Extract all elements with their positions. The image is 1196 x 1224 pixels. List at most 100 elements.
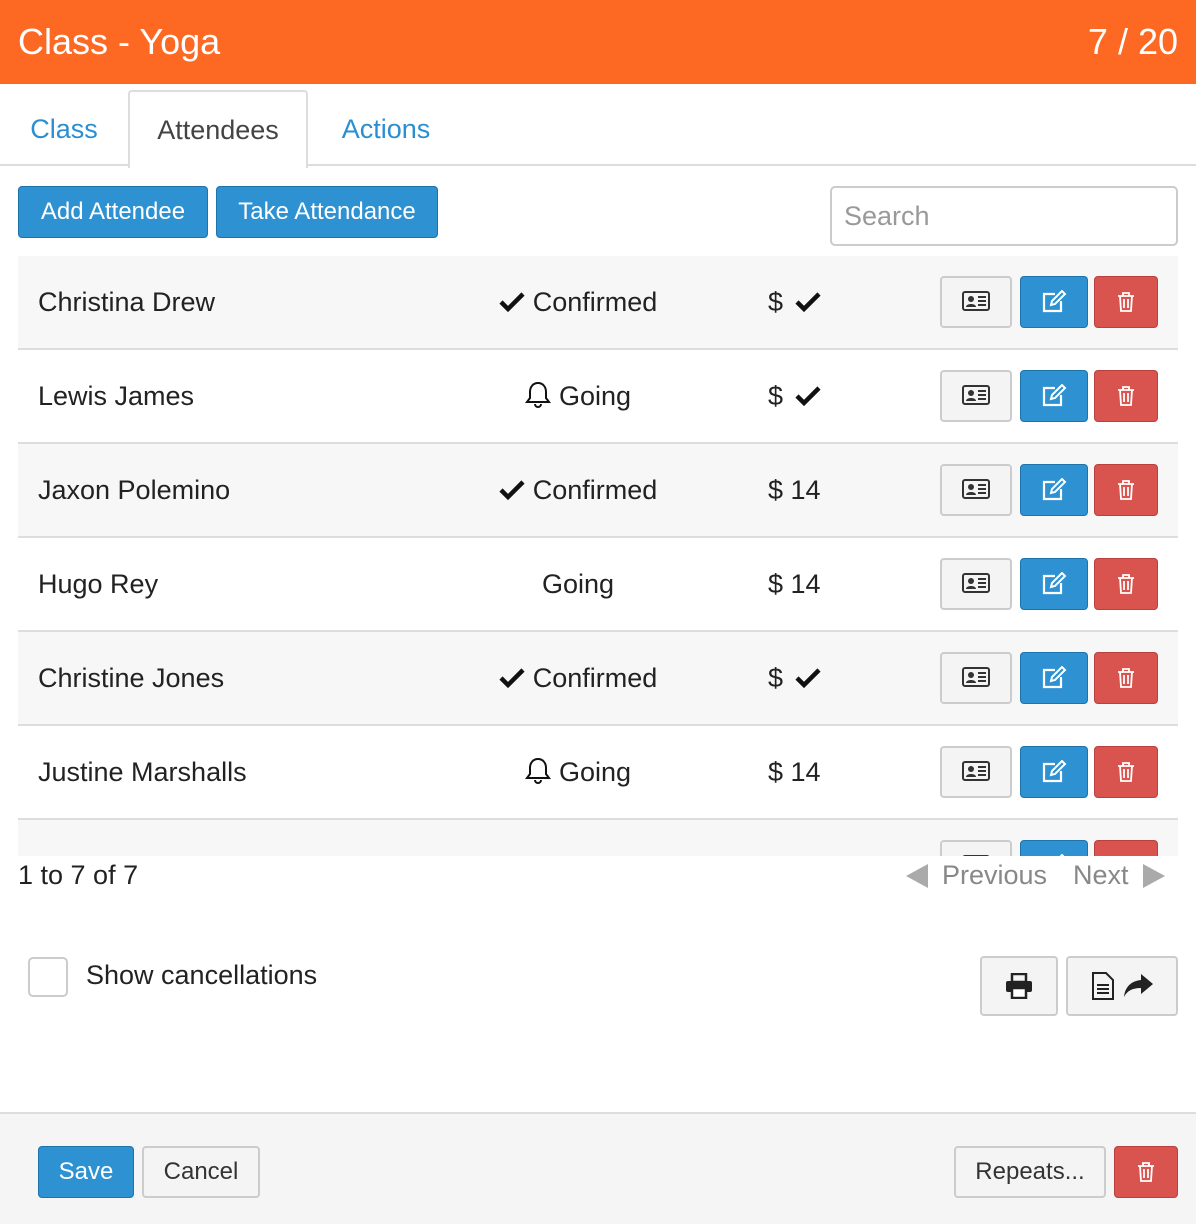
contact-card-icon — [962, 573, 990, 593]
edit-attendee-button[interactable] — [1020, 464, 1088, 516]
delete-attendee-button[interactable] — [1094, 840, 1158, 856]
payment-status: $ 14 — [768, 726, 821, 818]
attendance-status: Confirmed — [438, 632, 718, 724]
payment-status: $ 14 — [768, 538, 821, 630]
attendee-name: Hugo Rey — [38, 569, 159, 599]
payment-label: $ 14 — [768, 475, 821, 505]
next-label: Next — [1073, 860, 1129, 890]
edit-icon — [1042, 478, 1067, 501]
attendee-row: Justine Marshalls Going $ 14 — [18, 726, 1178, 820]
share-arrow-icon — [1124, 974, 1153, 997]
status-label: Confirmed — [532, 663, 658, 693]
edit-icon — [1042, 760, 1067, 783]
class-count: 7 / 20 — [1087, 21, 1178, 62]
bell-icon — [524, 757, 551, 784]
attendee-name: Christine Jones — [38, 663, 225, 693]
trash-icon — [1118, 668, 1134, 688]
tab-class[interactable]: Class — [8, 90, 120, 168]
previous-button[interactable]: Previous — [906, 860, 1047, 891]
status-label: Going — [558, 381, 632, 411]
previous-label: Previous — [942, 860, 1048, 890]
delete-attendee-button[interactable] — [1094, 370, 1158, 422]
attendance-status: Confirmed — [438, 256, 718, 348]
paid-check-icon — [794, 668, 821, 689]
trash-icon — [1118, 480, 1134, 500]
attendance-status: Going — [438, 350, 718, 442]
delete-attendee-button[interactable] — [1094, 746, 1158, 798]
contact-card-icon — [962, 667, 990, 687]
attendee-row — [18, 820, 1178, 856]
status-label: Going — [541, 569, 615, 599]
edit-icon — [1042, 666, 1067, 689]
attendance-status: Going — [438, 538, 718, 630]
edit-attendee-button[interactable] — [1020, 370, 1088, 422]
next-button[interactable]: Next — [1073, 860, 1165, 891]
attendee-table: Christina Drew Confirmed $ Lewis James Goin… — [18, 256, 1178, 856]
delete-attendee-button[interactable] — [1094, 652, 1158, 704]
payment-label: $ — [768, 287, 784, 317]
payment-label: $ 14 — [768, 757, 821, 787]
add-attendee-button[interactable]: Add Attendee — [18, 186, 208, 238]
status-label: Confirmed — [532, 475, 658, 505]
payment-status: $ — [768, 632, 821, 724]
next-arrow-icon — [1142, 863, 1165, 888]
edit-attendee-button[interactable] — [1020, 276, 1088, 328]
repeats-button[interactable]: Repeats... — [954, 1146, 1106, 1198]
attendee-row: Hugo Rey Going $ 14 — [18, 538, 1178, 632]
attendance-status: Confirmed — [438, 444, 718, 536]
edit-icon — [1042, 572, 1067, 595]
attendee-name: Justine Marshalls — [38, 757, 247, 787]
print-button[interactable] — [980, 956, 1058, 1016]
cancel-button[interactable]: Cancel — [142, 1146, 260, 1198]
status-label: Confirmed — [532, 287, 658, 317]
previous-arrow-icon — [906, 863, 928, 888]
paid-check-icon — [794, 292, 821, 313]
check-icon — [499, 292, 525, 313]
footer-bar: Save Cancel Repeats... — [0, 1112, 1196, 1224]
payment-label: $ 14 — [768, 569, 821, 599]
delete-attendee-button[interactable] — [1094, 464, 1158, 516]
contact-card-icon — [962, 291, 990, 311]
bell-icon — [524, 381, 551, 408]
edit-attendee-button[interactable] — [1020, 558, 1088, 610]
payment-status: $ — [768, 256, 821, 348]
take-attendance-button[interactable]: Take Attendance — [216, 186, 438, 238]
view-contact-button[interactable] — [940, 558, 1012, 610]
edit-attendee-button[interactable] — [1020, 746, 1088, 798]
edit-icon — [1042, 290, 1067, 313]
contact-card-icon — [962, 385, 990, 405]
view-contact-button[interactable] — [940, 652, 1012, 704]
search-input[interactable] — [830, 186, 1178, 246]
view-contact-button[interactable] — [940, 464, 1012, 516]
show-cancellations-checkbox[interactable] — [28, 957, 68, 997]
tab-actions[interactable]: Actions — [316, 90, 456, 168]
page-title: Class - Yoga — [18, 21, 221, 62]
contact-card-icon — [962, 761, 990, 781]
view-contact-button[interactable] — [940, 840, 1012, 856]
status-label: Going — [558, 757, 632, 787]
edit-attendee-button[interactable] — [1020, 840, 1088, 856]
edit-icon — [1042, 384, 1067, 407]
payment-status: $ — [768, 350, 821, 442]
save-button[interactable]: Save — [38, 1146, 134, 1198]
attendee-row: Christina Drew Confirmed $ — [18, 256, 1178, 350]
delete-attendee-button[interactable] — [1094, 558, 1158, 610]
attendee-name: Christina Drew — [38, 287, 216, 317]
attendee-name: Lewis James — [38, 381, 195, 411]
export-button[interactable] — [1066, 956, 1178, 1016]
view-contact-button[interactable] — [940, 276, 1012, 328]
trash-icon — [1118, 386, 1134, 406]
pagination-info: 1 to 7 of 7 — [18, 860, 139, 890]
tab-attendees[interactable]: Attendees — [128, 90, 308, 168]
show-cancellations-label: Show cancellations — [86, 960, 318, 990]
check-icon — [499, 480, 525, 501]
title-bar: Class - Yoga 7 / 20 — [0, 0, 1196, 84]
delete-attendee-button[interactable] — [1094, 276, 1158, 328]
view-contact-button[interactable] — [940, 370, 1012, 422]
view-contact-button[interactable] — [940, 746, 1012, 798]
check-icon — [499, 668, 525, 689]
edit-attendee-button[interactable] — [1020, 652, 1088, 704]
payment-label: $ — [768, 663, 784, 693]
delete-class-button[interactable] — [1114, 1146, 1178, 1198]
attendee-row: Christine Jones Confirmed $ — [18, 632, 1178, 726]
